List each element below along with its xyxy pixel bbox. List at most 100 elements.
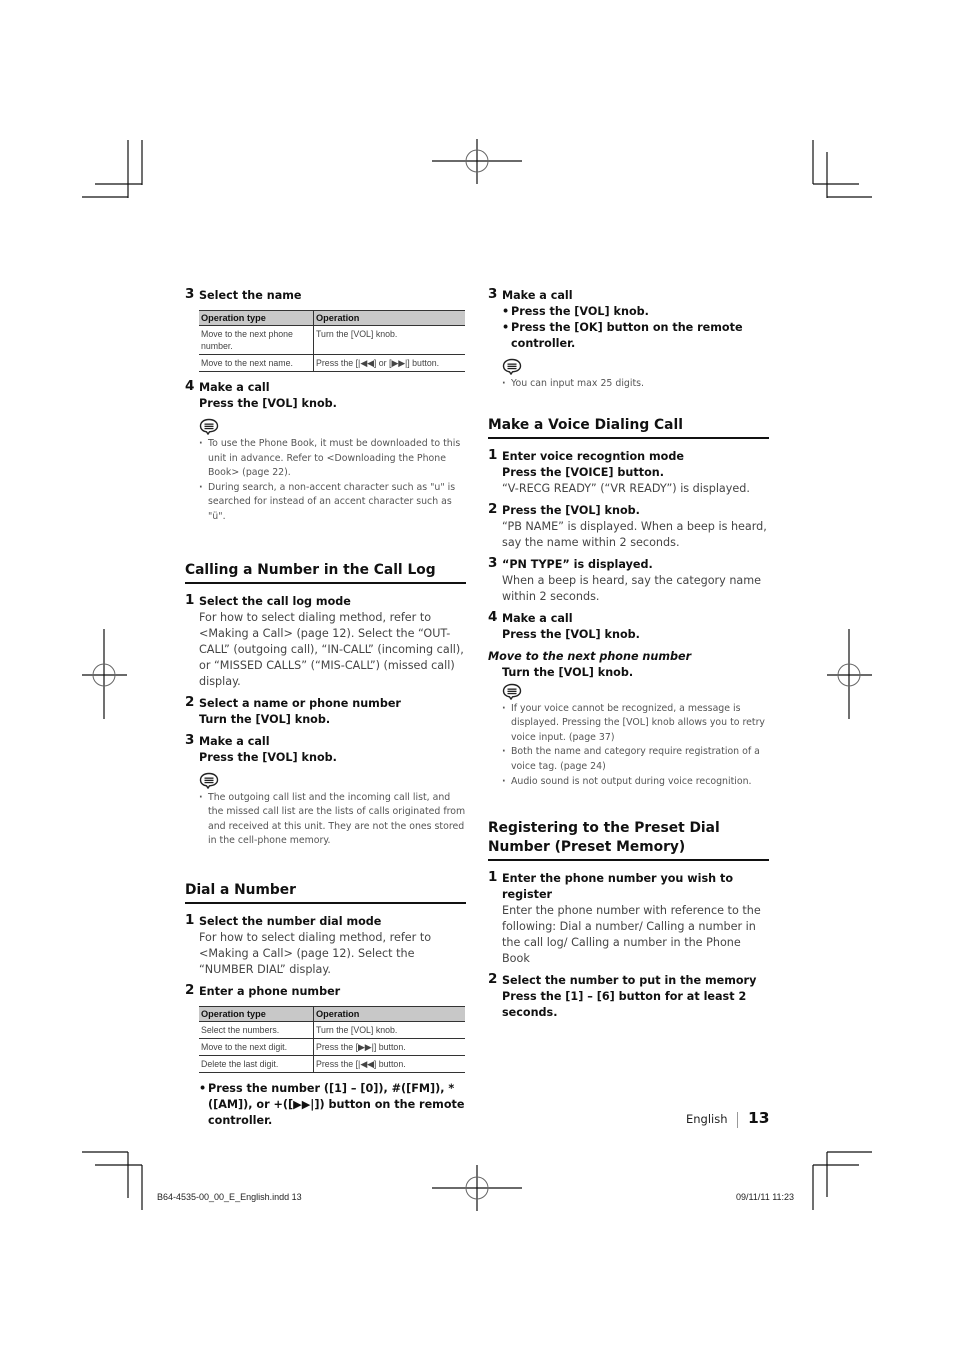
step-voice-mode: 1 Enter voice recogntion mode Press the … bbox=[488, 446, 769, 497]
step-action: Press the [VOL] knob. bbox=[502, 627, 640, 641]
step-number: 4 bbox=[185, 378, 195, 394]
table-cell: Press the [▶▶|] button. bbox=[313, 1038, 465, 1056]
table-row: Move to the next phone number. Turn the … bbox=[199, 325, 465, 355]
step-title: Select the name bbox=[199, 289, 302, 302]
step-title: Make a call bbox=[502, 611, 573, 625]
step-enter-phone-number: 1 Enter the phone number you wish to reg… bbox=[488, 869, 769, 967]
operation-table-name: Operation type Operation Move to the nex… bbox=[199, 310, 465, 372]
step-title: Enter voice recogntion mode bbox=[502, 449, 684, 463]
notes-list: If your voice cannot be recognized, a me… bbox=[502, 702, 769, 790]
step-select-name: 3 Select the name bbox=[185, 286, 466, 304]
note-icon bbox=[199, 418, 219, 435]
notes-list: You can input max 25 digits. bbox=[502, 377, 769, 392]
note-item: To use the Phone Book, it must be downlo… bbox=[199, 437, 466, 481]
print-slug-file: B64-4535-00_00_E_English.indd 13 bbox=[157, 1192, 302, 1202]
step-number: 1 bbox=[488, 446, 498, 463]
note-item: You can input max 25 digits. bbox=[502, 377, 769, 392]
step-make-call: 3 Make a call Press the [VOL] knob. Pres… bbox=[488, 286, 769, 352]
step-text: When a beep is heard, say the category n… bbox=[502, 573, 762, 603]
step-action: Press the [VOICE] button. bbox=[502, 465, 664, 479]
step-number: 3 bbox=[185, 731, 195, 748]
step-title: Enter the phone number you wish to regis… bbox=[502, 872, 734, 902]
table-header: Operation type bbox=[199, 1005, 314, 1022]
left-column: 3 Select the name Operation type Operati… bbox=[185, 286, 466, 1129]
note-item: If your voice cannot be recognized, a me… bbox=[502, 702, 769, 746]
step-pn-type: 3 “PN TYPE” is displayed. When a beep is… bbox=[488, 555, 769, 605]
note-icon bbox=[199, 772, 219, 789]
step-number: 1 bbox=[488, 869, 498, 886]
table-cell: Move to the next digit. bbox=[199, 1038, 314, 1056]
step-number: 2 bbox=[488, 971, 498, 988]
step-number: 4 bbox=[488, 608, 498, 625]
subheading-next-phone-number: Move to the next phone number bbox=[488, 649, 692, 663]
table-row: Move to the next name. Press the [|◀◀] o… bbox=[199, 354, 465, 372]
step-select-name-number: 2 Select a name or phone number Turn the… bbox=[185, 694, 466, 728]
step-enter-phone-number: 2 Enter a phone number bbox=[185, 981, 466, 1000]
section-heading-voice-dialing: Make a Voice Dialing Call bbox=[488, 416, 769, 439]
step-make-call: 4 Make a call Press the [VOL] knob. bbox=[488, 608, 769, 643]
footer-divider bbox=[737, 1112, 738, 1128]
step-text: For how to select dialing method, refer … bbox=[199, 930, 432, 976]
step-title: Select a name or phone number bbox=[199, 696, 401, 710]
step-text: “V-RECG READY” (“VR READY”) is displayed… bbox=[502, 481, 750, 495]
step-title: “PN TYPE” is displayed. bbox=[502, 557, 653, 571]
note-icon bbox=[502, 358, 522, 375]
step-number: 3 bbox=[185, 286, 195, 302]
step-action: Press the [VOL] knob. bbox=[199, 397, 337, 410]
step-text: For how to select dialing method, refer … bbox=[199, 610, 464, 688]
step-action: Turn the [VOL] knob. bbox=[502, 665, 634, 679]
page-number: 13 bbox=[748, 1109, 770, 1127]
step-make-call: 3 Make a call Press the [VOL] knob. bbox=[185, 731, 466, 766]
step-press-vol: 2 Press the [VOL] knob. “PB NAME” is dis… bbox=[488, 500, 769, 551]
note-item: During search, a non-accent character su… bbox=[199, 481, 466, 525]
step-select-memory: 2 Select the number to put in the memory… bbox=[488, 971, 769, 1021]
table-cell: Delete the last digit. bbox=[199, 1055, 314, 1073]
table-cell: Press the [|◀◀] button. bbox=[313, 1055, 465, 1073]
table-cell: Move to the next name. bbox=[199, 354, 314, 372]
step-number-dial-mode: 1 Select the number dial mode For how to… bbox=[185, 911, 466, 978]
table-header: Operation bbox=[313, 1005, 465, 1022]
table-header: Operation bbox=[313, 310, 465, 326]
step-title: Enter a phone number bbox=[199, 984, 341, 998]
table-row: Delete the last digit. Press the [|◀◀] b… bbox=[199, 1055, 465, 1073]
table-cell: Press the [|◀◀] or [▶▶|] button. bbox=[313, 354, 465, 372]
step-title: Make a call bbox=[199, 734, 270, 748]
right-column: 3 Make a call Press the [VOL] knob. Pres… bbox=[488, 286, 769, 1027]
step-action: Press the [1] – [6] button for at least … bbox=[502, 990, 747, 1020]
table-row: Select the numbers. Turn the [VOL] knob. bbox=[199, 1021, 465, 1039]
step-text: “PB NAME” is displayed. When a beep is h… bbox=[502, 519, 767, 549]
table-cell: Turn the [VOL] knob. bbox=[313, 325, 465, 355]
note-icon bbox=[502, 683, 522, 700]
section-heading-preset-memory: Registering to the Preset Dial Number (P… bbox=[488, 819, 769, 862]
step-number: 3 bbox=[488, 286, 498, 302]
printer-marks bbox=[82, 139, 872, 1211]
step-action: Turn the [VOL] knob. bbox=[199, 712, 331, 726]
table-header: Operation type bbox=[199, 310, 314, 326]
note-item: Audio sound is not output during voice r… bbox=[502, 775, 769, 790]
bullet-item: Press the [OK] button on the remote cont… bbox=[502, 320, 769, 352]
table-cell: Select the numbers. bbox=[199, 1021, 314, 1039]
step-number: 2 bbox=[488, 500, 498, 517]
step-number: 1 bbox=[185, 591, 195, 608]
step-title: Press the [VOL] knob. bbox=[502, 503, 640, 517]
step-title: Make a call bbox=[199, 381, 270, 394]
table-cell: Move to the next phone number. bbox=[199, 325, 314, 355]
section-heading-call-log: Calling a Number in the Call Log bbox=[185, 561, 466, 584]
note-item: The outgoing call list and the incoming … bbox=[199, 791, 466, 849]
step-number: 2 bbox=[185, 981, 195, 998]
table-cell: Turn the [VOL] knob. bbox=[313, 1021, 465, 1039]
print-slug-date: 09/11/11 11:23 bbox=[736, 1192, 795, 1202]
step-title: Select the number dial mode bbox=[199, 914, 382, 928]
operation-table-dial: Operation type Operation Select the numb… bbox=[199, 1005, 465, 1073]
table-row: Move to the next digit. Press the [▶▶|] … bbox=[199, 1038, 465, 1056]
step-make-call: 4 Make a call Press the [VOL] knob. bbox=[185, 378, 466, 412]
step-call-log-mode: 1 Select the call log mode For how to se… bbox=[185, 591, 466, 690]
step-text: Enter the phone number with reference to… bbox=[502, 904, 761, 966]
step-title: Select the number to put in the memory bbox=[502, 974, 757, 988]
footer-language: English bbox=[686, 1112, 728, 1126]
note-item: Both the name and category require regis… bbox=[502, 745, 769, 774]
step-title: Select the call log mode bbox=[199, 594, 351, 608]
section-heading-dial-number: Dial a Number bbox=[185, 881, 466, 904]
notes-list: To use the Phone Book, it must be downlo… bbox=[199, 437, 466, 525]
step-number: 1 bbox=[185, 911, 195, 928]
